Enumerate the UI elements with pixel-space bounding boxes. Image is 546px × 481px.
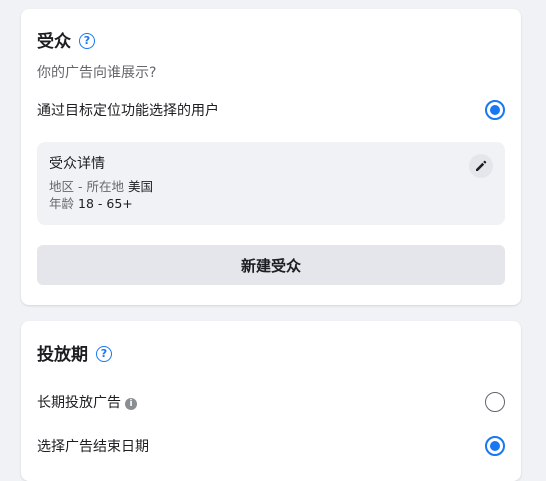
audience-location-line: 地区 - 所在地 美国 — [49, 179, 153, 195]
targeting-option-label: 通过目标定位功能选择的用户 — [37, 103, 219, 119]
schedule-help-icon[interactable]: ? — [96, 346, 112, 362]
audience-title: 受众 — [37, 32, 71, 52]
end-date-label: 选择广告结束日期 — [37, 439, 149, 455]
location-label: 地区 - 所在地 — [49, 179, 124, 194]
run-continuously-option[interactable]: 长期投放广告 i — [37, 391, 505, 415]
end-date-option[interactable]: 选择广告结束日期 — [37, 435, 505, 459]
edit-audience-button[interactable] — [469, 154, 493, 178]
new-audience-button[interactable]: 新建受众 — [37, 245, 505, 285]
age-value: 18 - 65+ — [78, 196, 133, 211]
audience-age-line: 年龄 18 - 65+ — [49, 196, 133, 212]
audience-help-icon[interactable]: ? — [79, 33, 95, 49]
audience-details-panel: 受众详情 地区 - 所在地 美国 年龄 18 - 65+ — [37, 142, 505, 225]
schedule-title: 投放期 — [37, 345, 88, 365]
targeting-option-radio[interactable] — [485, 100, 505, 120]
age-label: 年龄 — [49, 196, 75, 211]
end-date-radio[interactable] — [485, 436, 505, 456]
audience-subtitle: 你的广告向谁展示? — [37, 65, 157, 81]
location-value: 美国 — [127, 179, 153, 194]
run-continuously-label: 长期投放广告 i — [37, 393, 137, 413]
audience-details-title: 受众详情 — [49, 156, 105, 172]
run-continuously-radio[interactable] — [485, 392, 505, 412]
audience-card: 受众 ? 你的广告向谁展示? 通过目标定位功能选择的用户 受众详情 地区 - 所… — [21, 9, 521, 305]
schedule-card: 投放期 ? 长期投放广告 i 选择广告结束日期 — [21, 321, 521, 481]
pencil-icon — [476, 160, 487, 171]
info-icon[interactable]: i — [125, 398, 137, 410]
targeting-option[interactable]: 通过目标定位功能选择的用户 — [37, 99, 505, 123]
